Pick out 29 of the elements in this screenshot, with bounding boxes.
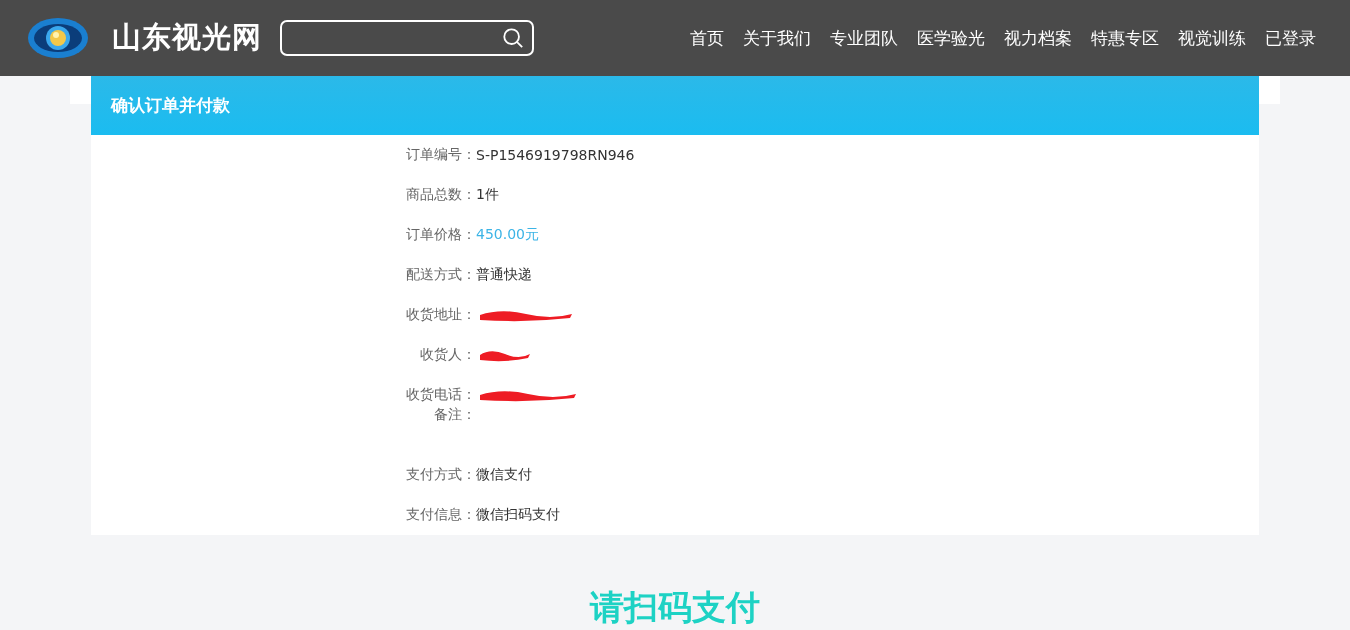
field-label: 订单价格： — [405, 226, 476, 244]
nav-link[interactable]: 专业团队 — [830, 26, 898, 50]
field-value: 普通快递 — [476, 266, 532, 284]
price-value: 450.00元 — [476, 226, 539, 244]
card-title: 确认订单并付款 — [111, 94, 230, 117]
nav-link[interactable]: 关于我们 — [743, 26, 811, 50]
field-label: 支付信息： — [405, 506, 476, 524]
site-name: 山东视光网 — [112, 19, 262, 56]
field-value: 1件 — [476, 186, 499, 204]
search-icon[interactable] — [502, 27, 524, 49]
field-value: 微信扫码支付 — [476, 506, 560, 524]
field-label: 支付方式： — [405, 466, 476, 484]
nav-link[interactable]: 医学验光 — [917, 26, 985, 50]
field-label: 订单编号： — [405, 146, 476, 164]
nav-link[interactable]: 首页 — [690, 26, 724, 50]
pay-prompt: 请扫码支付 — [588, 586, 761, 629]
nav-link[interactable]: 特惠专区 — [1091, 26, 1159, 50]
field-label: 商品总数： — [405, 186, 476, 204]
field-value: 微信支付 — [476, 466, 532, 484]
field-label: 收货人： — [419, 346, 476, 364]
search-field[interactable] — [280, 20, 534, 56]
field-label: 备注： — [433, 406, 476, 424]
nav-link[interactable]: 视觉训练 — [1178, 26, 1246, 50]
field-value: S-P1546919798RN946 — [476, 147, 635, 163]
nav-link[interactable]: 视力档案 — [1004, 26, 1072, 50]
field-label: 配送方式： — [405, 266, 476, 284]
nav-link[interactable]: 已登录 — [1265, 26, 1316, 50]
field-label: 收货电话： — [405, 386, 476, 404]
field-label: 收货地址： — [405, 306, 476, 324]
